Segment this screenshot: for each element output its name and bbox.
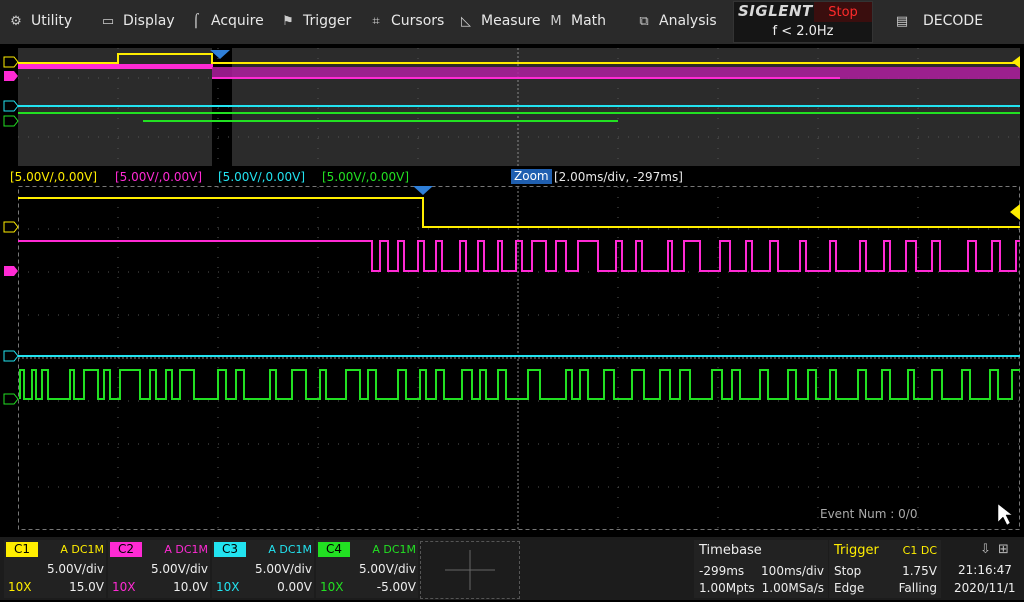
top-menu-bar: ⚙ Utility ▭ Display ⌠ Acquire ⚑ Trigger ⌗ Cur… (0, 0, 1024, 44)
menu-acquire[interactable]: ⌠ Acquire (188, 0, 264, 42)
trigger-panel[interactable]: Trigger C1 DC Stop 1.75V Edge Falling (829, 540, 941, 598)
menu-measure-label: Measure (481, 13, 541, 29)
menu-math[interactable]: M Math (548, 0, 606, 42)
math-icon: M (550, 13, 562, 29)
trigger-title: Trigger (834, 543, 879, 558)
channel-4-coupling: A DC1M (372, 543, 416, 556)
menu-cursors-label: Cursors (391, 13, 445, 29)
channel-3-tag: C3 (214, 542, 246, 557)
channel-1-offset: 15.0V (69, 580, 104, 594)
decode-label: DECODE (923, 13, 984, 29)
trigger-source: C1 DC (902, 544, 937, 557)
overview-channel-markers (3, 56, 19, 127)
channel-4-probe: 10X (320, 580, 344, 594)
channel-4-scale: 5.00V/div (358, 562, 416, 576)
sample-rate: 1.00MSa/s (761, 581, 824, 595)
brand-logo: SIGLENT (738, 2, 813, 20)
clock-date: 2020/11/1 (954, 581, 1016, 595)
trigger-type: Edge (834, 581, 865, 595)
channel-1-coupling: A DC1M (60, 543, 104, 556)
memory-depth: 1.00Mpts (699, 581, 755, 595)
main-waveform-area[interactable] (0, 184, 1024, 532)
channel-3-scale: 5.00V/div (254, 562, 312, 576)
menu-analysis-label: Analysis (659, 13, 717, 29)
channel-1-probe: 10X (8, 580, 32, 594)
timebase-panel[interactable]: Timebase -299ms 100ms/div 1.00Mpts 1.00M… (694, 540, 828, 598)
channel-4-tag: C4 (318, 542, 350, 557)
status-box: SIGLENT Stop f < 2.0Hz (733, 1, 873, 43)
clock-time: 21:16:47 (958, 563, 1012, 577)
event-number: Event Num : 0/0 (820, 507, 918, 521)
channel-2-probe: 10X (112, 580, 136, 594)
system-status-panel: ⇩ ⊞ 21:16:47 2020/11/1 (944, 540, 1024, 598)
channel-2-panel[interactable]: C2 A DC1M 5.00V/div 10X 10.0V (108, 540, 210, 598)
menu-cursors[interactable]: ⌗ Cursors (368, 0, 444, 42)
zoom-timebase-info: [2.00ms/div, -297ms] (554, 170, 683, 184)
menu-trigger[interactable]: ⚑ Trigger (280, 0, 351, 42)
overview-waveform-area[interactable] (0, 44, 1024, 170)
menu-display-label: Display (123, 13, 175, 29)
trigger-frequency: f < 2.0Hz (772, 24, 834, 39)
timebase-scale: 100ms/div (761, 564, 824, 578)
trigger-level: 1.75V (902, 564, 937, 578)
gear-icon: ⚙ (10, 13, 22, 29)
document-icon: ▤ (895, 13, 909, 29)
channel-2-coupling: A DC1M (164, 543, 208, 556)
overview-trace-c2-quiet (18, 64, 213, 69)
zoom-badge[interactable]: Zoom (511, 169, 552, 184)
monitor-icon: ▭ (101, 13, 115, 29)
menu-measure[interactable]: ◺ Measure (458, 0, 541, 42)
menu-analysis[interactable]: ⧉ Analysis (636, 0, 717, 42)
menu-utility-label: Utility (31, 13, 73, 29)
channel-2-scale: 5.00V/div (150, 562, 208, 576)
timebase-delay: -299ms (699, 564, 745, 578)
run-stop-indicator[interactable]: Stop (814, 2, 872, 22)
menu-math-label: Math (571, 13, 607, 29)
decode-button[interactable]: ▤ DECODE (894, 0, 983, 42)
c1-scale-label: [5.00V/,0.00V] (10, 170, 98, 184)
analysis-icon: ⧉ (639, 13, 649, 29)
c4-scale-label: [5.00V/,0.00V] (322, 170, 410, 184)
add-channel-slot[interactable] (420, 541, 520, 599)
channel-3-probe: 10X (216, 580, 240, 594)
channel-4-offset: -5.00V (376, 580, 416, 594)
channel-offset-markers[interactable] (3, 221, 19, 405)
status-bar: C1 A DC1M 5.00V/div 10X 15.0V C2 A DC1M … (0, 537, 1024, 600)
plus-icon (445, 550, 495, 590)
crosshair-icon: ⌗ (372, 13, 380, 29)
network-icon: ⊞ (998, 542, 1009, 557)
trigger-slope: Falling (898, 581, 937, 595)
channel-2-tag: C2 (110, 542, 142, 557)
channel-3-offset: 0.00V (277, 580, 312, 594)
channel-4-panel[interactable]: C4 A DC1M 5.00V/div 10X -5.00V (316, 540, 418, 598)
c3-scale-label: [5.00V/,0.00V] (218, 170, 306, 184)
channel-1-panel[interactable]: C1 A DC1M 5.00V/div 10X 15.0V (4, 540, 106, 598)
trigger-mode: Stop (834, 564, 862, 578)
c2-scale-label: [5.00V/,0.00V] (115, 170, 203, 184)
usb-icon: ⇩ (980, 542, 991, 557)
timebase-title: Timebase (699, 543, 762, 558)
menu-acquire-label: Acquire (211, 13, 264, 29)
menu-utility[interactable]: ⚙ Utility (8, 0, 72, 42)
channel-1-tag: C1 (6, 542, 38, 557)
channel-3-coupling: A DC1M (268, 543, 312, 556)
channel-2-offset: 10.0V (173, 580, 208, 594)
acquire-icon: ⌠ (192, 13, 200, 29)
channel-1-scale: 5.00V/div (46, 562, 104, 576)
menu-display[interactable]: ▭ Display (100, 0, 175, 42)
channel-3-panel[interactable]: C3 A DC1M 5.00V/div 10X 0.00V (212, 540, 314, 598)
flag-icon: ⚑ (282, 13, 294, 29)
ruler-icon: ◺ (461, 13, 471, 29)
menu-trigger-label: Trigger (303, 13, 352, 29)
